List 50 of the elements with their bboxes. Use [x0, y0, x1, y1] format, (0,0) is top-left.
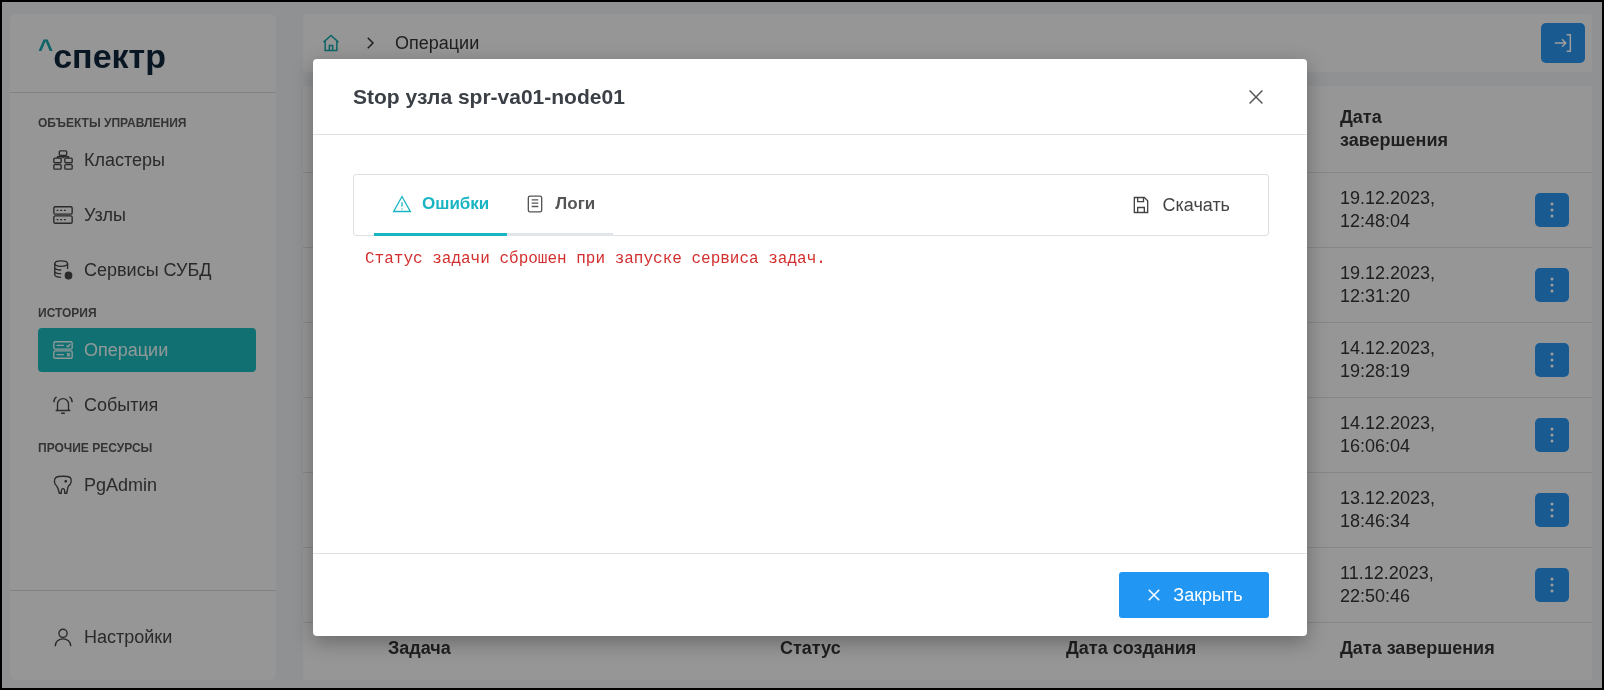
row-menu-button[interactable]	[1535, 268, 1569, 302]
more-icon	[1550, 502, 1554, 518]
bell-icon	[52, 394, 74, 416]
row-menu-button[interactable]	[1535, 193, 1569, 227]
column-header: Дата завершения	[1340, 637, 1495, 658]
sign-in-icon	[1552, 32, 1574, 54]
table-cell-text: 14.12.2023, 19:28:19	[1340, 336, 1437, 383]
tab[interactable]: Ошибки	[374, 175, 508, 236]
column-header: Дата завершения	[1340, 105, 1449, 152]
more-icon	[1550, 202, 1554, 218]
database-gear-icon	[52, 259, 74, 281]
user-icon	[52, 626, 74, 648]
section-title: ОБЪЕКТЫ УПРАВЛЕНИЯ	[38, 115, 188, 132]
more-icon	[1550, 277, 1554, 293]
section-title: ИСТОРИЯ	[38, 305, 98, 322]
settings-item[interactable]: Настройки	[38, 615, 256, 659]
tab[interactable]: Логи	[507, 175, 614, 236]
breadcrumb-current: Операции	[395, 32, 480, 54]
section-title: ПРОЧИЕ РЕСУРСЫ	[38, 440, 154, 457]
dialog-title: Stop узла spr-va01-node01	[353, 84, 625, 109]
nav-item[interactable]: События	[38, 383, 256, 427]
logo: $^{^}$спектр	[10, 14, 276, 93]
close-dialog-button[interactable]: Закрыть	[1119, 572, 1269, 618]
logout-button[interactable]	[1541, 23, 1585, 63]
row-menu-button[interactable]	[1535, 493, 1569, 527]
more-icon	[1550, 577, 1554, 593]
warning-icon	[392, 194, 412, 214]
table-cell-text: 19.12.2023, 12:48:04	[1340, 186, 1437, 233]
server-icon	[52, 204, 74, 226]
row-menu-button[interactable]	[1535, 343, 1569, 377]
column-header: Задача	[388, 637, 451, 658]
error-message: Статус задачи сброшен при запуске сервиса задач.	[365, 250, 827, 268]
more-icon	[1550, 352, 1554, 368]
list-check-icon	[52, 339, 74, 361]
table-cell-text: 14.12.2023, 16:06:04	[1340, 411, 1437, 458]
column-header: Дата создания	[1066, 637, 1197, 658]
row-menu-button[interactable]	[1535, 568, 1569, 602]
hierarchy-icon	[52, 149, 74, 171]
more-icon	[1550, 427, 1554, 443]
nav-item[interactable]: Сервисы СУБД	[38, 248, 256, 292]
table-cell-text: 11.12.2023, 22:50:46	[1340, 561, 1435, 608]
table-cell-text: 19.12.2023, 12:31:20	[1340, 261, 1437, 308]
nav-item[interactable]: PgAdmin	[38, 463, 256, 507]
nav-item[interactable]: Кластеры	[38, 138, 256, 182]
table-cell-text: 13.12.2023, 18:46:34	[1340, 486, 1437, 533]
column-header: Статус	[780, 637, 841, 658]
row-menu-button[interactable]	[1535, 418, 1569, 452]
home-icon[interactable]	[321, 33, 341, 53]
nav-item[interactable]: Узлы	[38, 193, 256, 237]
download-button[interactable]: Скачать	[1112, 175, 1248, 235]
